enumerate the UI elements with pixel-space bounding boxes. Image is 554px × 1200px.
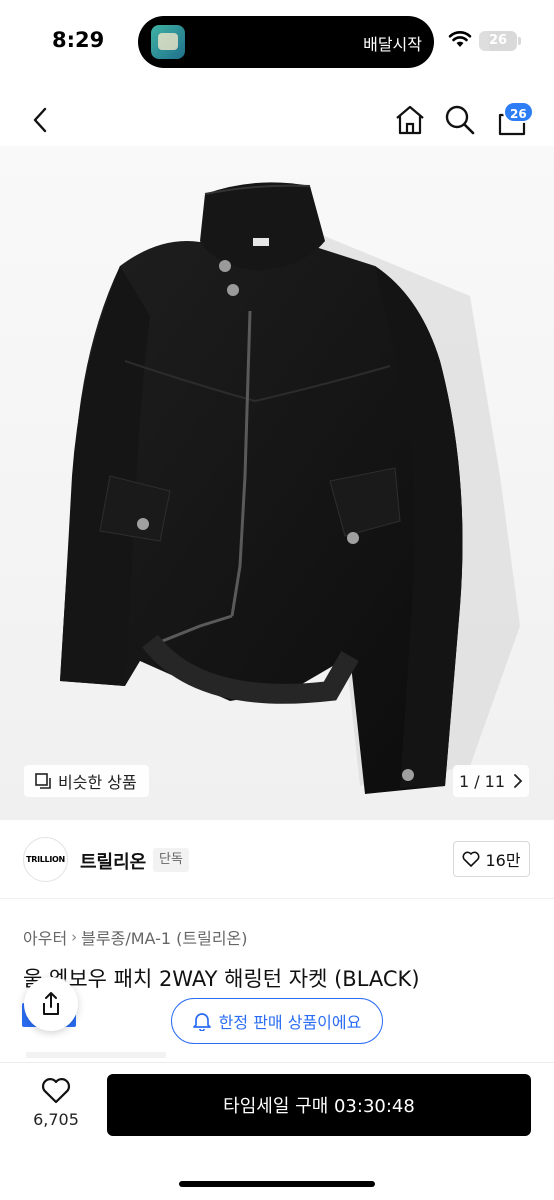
wishlist-button[interactable]: 6,705	[22, 1077, 90, 1137]
limited-sale-notice[interactable]: 한정 판매 상품이에요	[171, 998, 383, 1044]
breadcrumb-subcategory[interactable]: 블루종/MA-1 (트릴리온)	[81, 925, 247, 949]
buy-button-label: 타임세일 구매 03:30:48	[223, 1096, 415, 1117]
similar-products-button[interactable]: 비슷한 상품	[24, 765, 149, 797]
product-image-gallery[interactable]	[0, 146, 554, 820]
share-button[interactable]	[24, 977, 78, 1031]
wifi-icon	[448, 31, 472, 47]
breadcrumb-category[interactable]: 아우터	[23, 925, 67, 949]
rating-row-peek	[26, 1052, 166, 1058]
bottom-purchase-bar: 6,705 타임세일 구매 03:30:48	[0, 1062, 554, 1200]
cart-count-badge: 26	[503, 101, 534, 123]
image-page-counter[interactable]: 1 / 11	[453, 765, 529, 797]
brand-name[interactable]: 트릴리온	[80, 848, 146, 874]
top-nav-bar	[0, 96, 554, 146]
home-indicator[interactable]	[179, 1181, 375, 1187]
page-counter-text: 1 / 11	[458, 771, 506, 791]
brand-logo[interactable]: TRILLION	[23, 837, 68, 882]
copy-icon	[35, 773, 51, 789]
similar-products-label: 비슷한 상품	[58, 773, 137, 792]
wishlist-count: 6,705	[33, 1110, 79, 1129]
brand-like-button[interactable]: 16만	[453, 841, 530, 877]
product-title: 울 엠보우 패치 2WAY 해링턴 자켓 (BLACK)	[23, 967, 420, 991]
exclusive-badge: 단독	[153, 848, 189, 872]
time-sale-buy-button[interactable]: 타임세일 구매 03:30:48	[107, 1074, 531, 1136]
product-jacket-image	[60, 182, 520, 794]
share-icon	[43, 992, 59, 1015]
brand-row: TRILLION 트릴리온 단독 16만	[0, 836, 554, 886]
search-icon	[445, 105, 475, 135]
app-activity-icon	[151, 25, 185, 59]
island-activity-text: 배달시작	[363, 35, 422, 54]
home-button[interactable]	[390, 96, 430, 144]
chevron-left-icon	[33, 107, 47, 133]
battery-nub	[518, 37, 521, 45]
back-button[interactable]	[20, 96, 60, 144]
bell-icon	[192, 1013, 211, 1031]
heart-icon	[41, 1078, 71, 1104]
battery-indicator: 26	[479, 31, 517, 51]
brand-logo-text: TRILLION	[26, 855, 65, 864]
status-bar: 8:29 배달시작 26	[0, 0, 554, 84]
search-button[interactable]	[440, 96, 480, 144]
status-time: 8:29	[52, 28, 105, 52]
battery-level: 26	[488, 33, 508, 48]
home-icon	[396, 105, 424, 135]
heart-icon	[462, 851, 480, 867]
dynamic-island[interactable]: 배달시작	[138, 16, 434, 68]
section-divider	[0, 898, 554, 899]
chevron-right-icon: ›	[71, 928, 78, 946]
breadcrumb: 아우터 › 블루종/MA-1 (트릴리온)	[23, 925, 248, 949]
brand-like-count: 16만	[485, 851, 521, 870]
limited-sale-text: 한정 판매 상품이에요	[218, 1013, 362, 1032]
chevron-right-icon	[514, 774, 523, 788]
battery-fill	[479, 31, 489, 51]
